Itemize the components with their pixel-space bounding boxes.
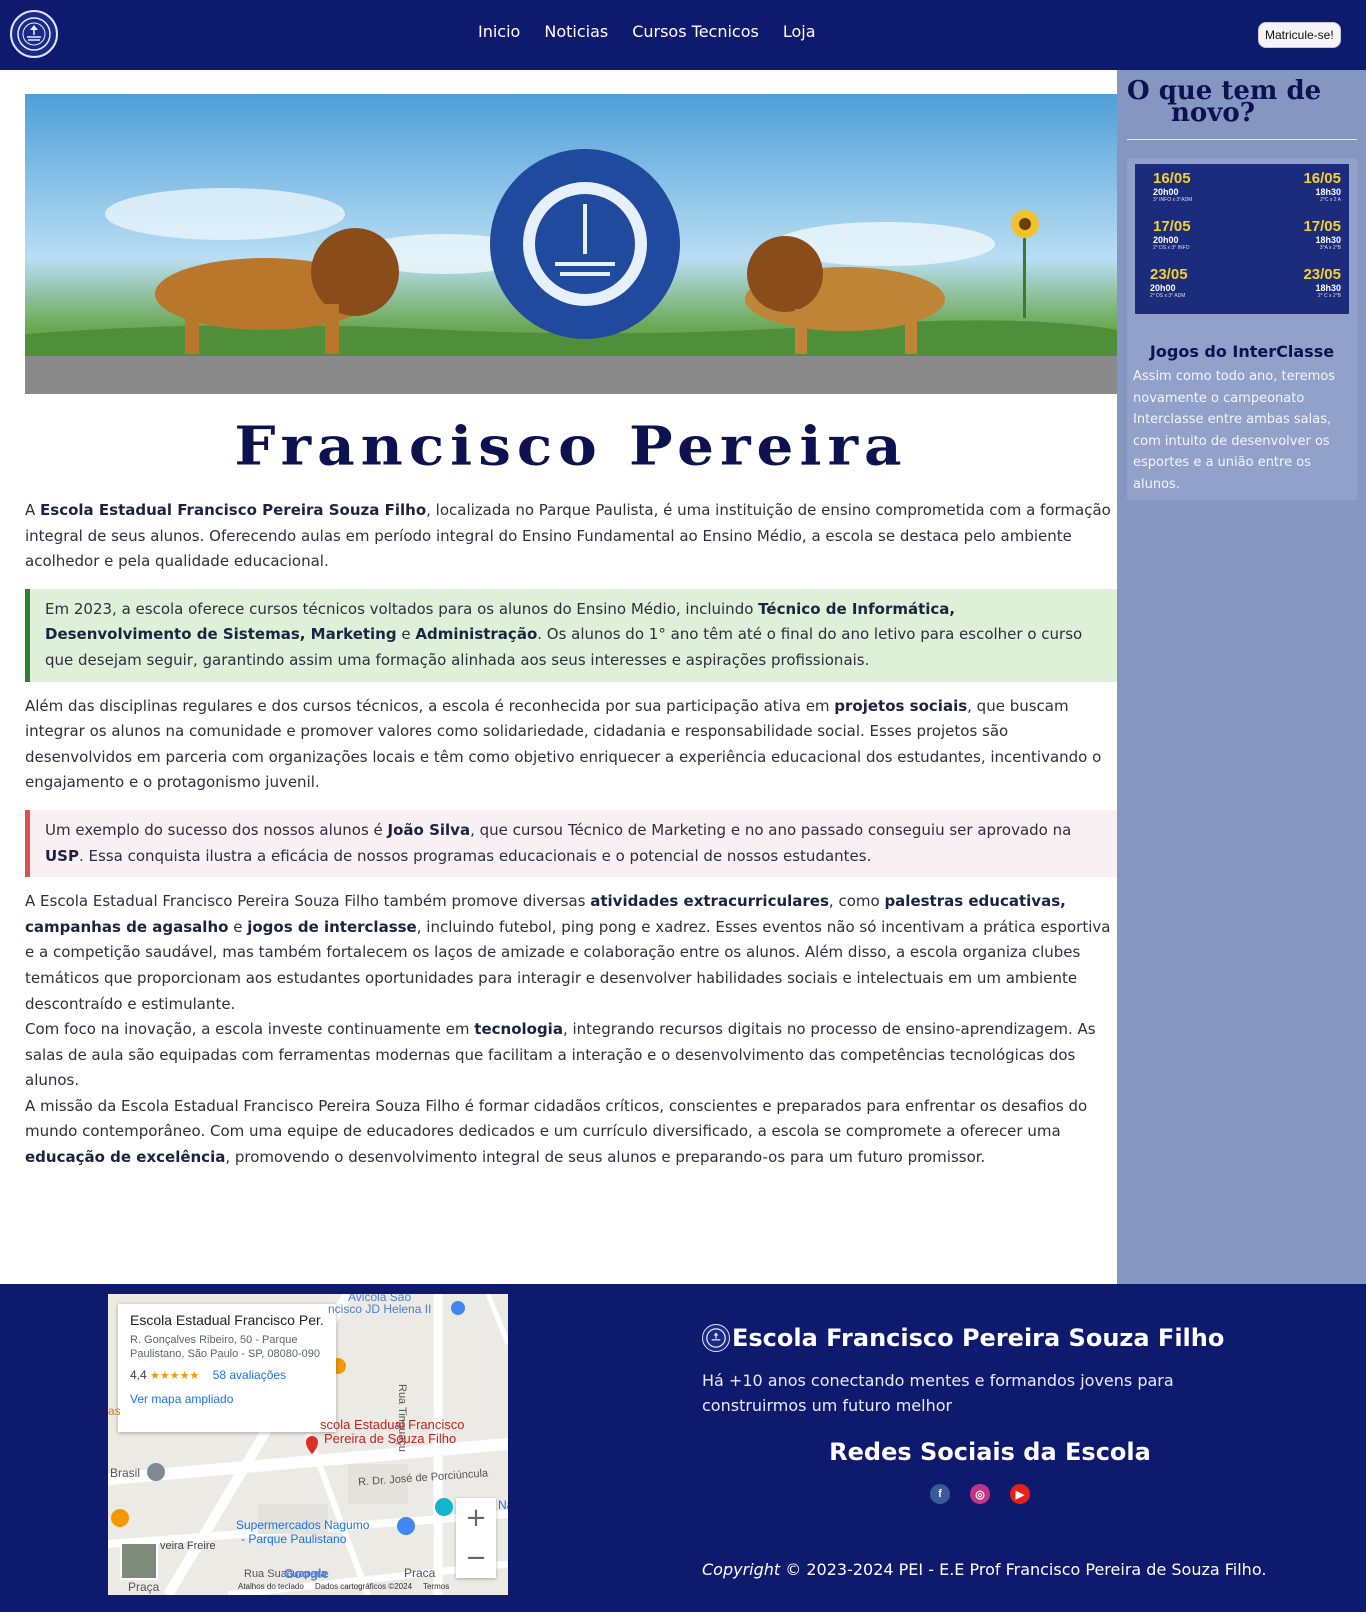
map-label: Na xyxy=(498,1498,508,1512)
interclasse-schedule-image: 16/05 20h00 3° INFO x 3°ADM 16/05 18h30 … xyxy=(1135,164,1349,314)
map-label: veira Freire xyxy=(160,1540,216,1552)
school-crest-icon[interactable] xyxy=(10,10,58,58)
map-terms-link[interactable]: Termos xyxy=(423,1582,449,1591)
nav-inicio[interactable]: Inicio xyxy=(478,22,520,41)
extracurricular-paragraph: A Escola Estadual Francisco Pereira Souz… xyxy=(25,892,1111,1013)
nav-noticias[interactable]: Noticias xyxy=(544,22,608,41)
map-place-card: Escola Estadual Francisco Per... R. Gonç… xyxy=(118,1304,336,1432)
map-attribution: Atalhos do teclado Dados cartográficos ©… xyxy=(238,1582,449,1591)
instagram-icon[interactable]: ◎ xyxy=(970,1484,990,1504)
news-card-title: Jogos do InterClasse xyxy=(1149,342,1335,361)
map-pin-label: scola Estadual Francisco xyxy=(320,1417,465,1432)
sidebar-title: O que tem de novo? xyxy=(1127,76,1322,128)
school-name-title: Francisco Pereira xyxy=(234,414,908,478)
map-label: Brasil xyxy=(110,1466,141,1480)
star-rating-icon: ★★★★★ xyxy=(150,1370,200,1382)
satellite-toggle-thumbnail[interactable] xyxy=(120,1542,158,1580)
copyright-text: Copyright © 2023-2024 PEI - E.E Prof Fra… xyxy=(702,1560,1267,1579)
social-projects-paragraph: Além das disciplinas regulares e dos cur… xyxy=(25,696,1102,792)
social-links: f ◎ ▶ xyxy=(930,1484,1030,1504)
map-place-rating: 4,4 ★★★★★ 58 avaliações xyxy=(130,1368,287,1382)
map-zoom-controls: + − xyxy=(456,1498,496,1578)
footer-brand: Escola Francisco Pereira Souza Filho xyxy=(702,1324,1224,1352)
map-label: - Parque Paulistano xyxy=(241,1532,347,1546)
site-footer: Escola Estadual Francisco Per... R. Gonç… xyxy=(0,1284,1366,1612)
success-story-box: Um exemplo do sucesso dos nossos alunos … xyxy=(25,809,1117,878)
google-logo: Google xyxy=(284,1566,329,1581)
schedule-slot: 23/05 18h30 2° C x 2°B xyxy=(1303,266,1341,299)
footer-tagline: Há +10 anos conectando mentes e formando… xyxy=(702,1371,1174,1415)
footer-school-name: Escola Francisco Pereira Souza Filho xyxy=(732,1324,1225,1352)
map-label: Praca xyxy=(404,1566,436,1580)
schedule-slot: 16/05 18h30 2°C x 2 A xyxy=(1303,170,1341,203)
map-label: Supermercados Nagumo xyxy=(236,1518,370,1532)
news-card-text: Assim como todo ano, teremos novamente o… xyxy=(1133,369,1336,492)
intro-paragraph: A Escola Estadual Francisco Pereira Souz… xyxy=(25,501,1111,571)
mission-paragraph: A missão da Escola Estadual Francisco Pe… xyxy=(25,1096,1088,1167)
hero-mural-image xyxy=(25,94,1117,394)
map-data-credit: Dados cartográficos ©2024 xyxy=(314,1582,413,1591)
schedule-slot: 16/05 20h00 3° INFO x 3°ADM xyxy=(1153,170,1193,203)
courses-highlight-box: Em 2023, a escola oferece cursos técnico… xyxy=(25,588,1117,682)
site-header: Inicio Noticias Cursos Tecnicos Loja Mat… xyxy=(0,0,1366,70)
main-nav: Inicio Noticias Cursos Tecnicos Loja xyxy=(478,22,816,41)
facebook-icon[interactable]: f xyxy=(930,1484,950,1504)
social-media-title: Redes Sociais da Escola xyxy=(829,1438,1151,1466)
news-card-interclasse[interactable]: 16/05 20h00 3° INFO x 3°ADM 16/05 18h30 … xyxy=(1127,158,1357,500)
schedule-slot: 23/05 20h00 2° DS x 3° ADM xyxy=(1150,266,1188,299)
view-larger-map-link[interactable]: Ver mapa ampliado xyxy=(130,1392,324,1406)
map-label: ncisco JD Helena II xyxy=(328,1302,432,1316)
map-place-name: Escola Estadual Francisco Per... xyxy=(130,1312,324,1328)
youtube-icon[interactable]: ▶ xyxy=(1010,1484,1030,1504)
map-place-address: R. Gonçalves Ribeiro, 50 - Parque Paulis… xyxy=(130,1334,320,1360)
main-content: Francisco Pereira A Escola Estadual Fran… xyxy=(25,94,1117,1171)
nav-loja[interactable]: Loja xyxy=(783,22,816,41)
schedule-slot: 17/05 20h00 2° DS x 3° INFO xyxy=(1153,218,1191,251)
school-crest-icon xyxy=(702,1324,730,1352)
technology-paragraph: Com foco na inovação, a escola investe c… xyxy=(25,1020,1096,1090)
enroll-button[interactable]: Matricule-se! xyxy=(1258,22,1341,48)
zoom-in-button[interactable]: + xyxy=(456,1498,496,1538)
map-label: as xyxy=(108,1404,121,1418)
zoom-out-button[interactable]: − xyxy=(456,1538,496,1578)
map-reviews-link[interactable]: 58 avaliações xyxy=(213,1368,286,1382)
news-sidebar: O que tem de novo? 16/05 20h00 3° INFO x… xyxy=(1117,70,1366,1284)
map-label: Praça xyxy=(128,1580,160,1594)
nav-cursos-tecnicos[interactable]: Cursos Tecnicos xyxy=(632,22,759,41)
google-map-embed[interactable]: Escola Estadual Francisco Per... R. Gonç… xyxy=(108,1294,508,1595)
sidebar-divider xyxy=(1127,139,1357,140)
schedule-slot: 17/05 18h30 3°A x 2°B xyxy=(1303,218,1341,251)
map-pin-label: Pereira de Souza Filho xyxy=(324,1431,457,1446)
keyboard-shortcuts-link[interactable]: Atalhos do teclado xyxy=(238,1582,304,1591)
